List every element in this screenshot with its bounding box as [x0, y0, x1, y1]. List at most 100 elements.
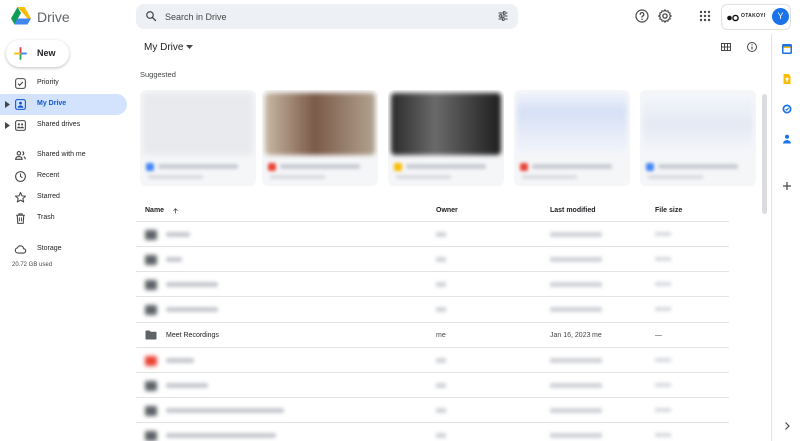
table-row-meet-recordings[interactable]: Meet Recordings me Jan 16, 2023 me — — [136, 322, 729, 347]
column-header-name[interactable]: Name — [145, 207, 164, 214]
info-icon[interactable] — [746, 41, 758, 53]
new-button-label: New — [37, 48, 56, 58]
table-row[interactable] — [136, 372, 729, 397]
blurred-text — [655, 307, 671, 311]
blurred-text — [148, 175, 203, 179]
blurred-text — [532, 164, 612, 169]
blurred-text — [436, 307, 446, 312]
sidebar-item-label: My Drive — [37, 100, 67, 107]
shared-drives-icon — [15, 120, 26, 131]
account-brand-name: OTAKOYI — [741, 13, 766, 19]
settings-gear-icon[interactable] — [657, 8, 673, 24]
star-icon — [14, 192, 27, 203]
blurred-text — [550, 307, 602, 312]
file-type-icon — [646, 163, 654, 171]
chevron-right-icon[interactable] — [781, 420, 793, 432]
blurred-text — [158, 164, 238, 169]
table-row[interactable] — [136, 422, 729, 441]
column-header-file-size[interactable]: File size — [655, 207, 682, 214]
file-thumbnail — [143, 93, 253, 155]
table-row[interactable] — [136, 271, 729, 296]
sidebar-item-starred[interactable]: Starred — [0, 187, 127, 208]
sidebar-item-recent[interactable]: Recent — [0, 166, 127, 187]
expand-arrow-icon[interactable] — [5, 122, 10, 129]
blurred-text — [550, 257, 602, 262]
file-type-icon — [145, 381, 157, 391]
table-row[interactable] — [136, 347, 729, 372]
chevron-down-icon[interactable] — [186, 45, 193, 49]
column-header-owner[interactable]: Owner — [436, 207, 458, 214]
app-title[interactable]: Drive — [37, 9, 70, 25]
blurred-text — [655, 257, 671, 261]
contacts-icon[interactable] — [781, 133, 793, 145]
cloud-icon — [14, 245, 27, 254]
suggested-heading: Suggested — [140, 70, 176, 79]
blurred-text — [655, 433, 671, 437]
avatar[interactable]: Y — [772, 8, 789, 25]
file-type-icon — [268, 163, 276, 171]
sidebar-item-my-drive[interactable]: My Drive — [0, 94, 127, 115]
storage-usage-text: 20.72 GB used — [12, 262, 53, 268]
priority-icon — [15, 78, 26, 89]
search-input[interactable] — [165, 8, 465, 25]
new-button[interactable]: New — [6, 40, 69, 67]
blurred-text — [166, 257, 182, 262]
suggested-file-card[interactable] — [640, 90, 756, 186]
file-thumbnail — [391, 93, 501, 155]
breadcrumb[interactable]: My Drive — [144, 42, 183, 53]
sidebar-item-label: Starred — [37, 193, 60, 200]
file-thumbnail — [517, 93, 627, 155]
file-type-icon — [145, 305, 157, 315]
table-row[interactable] — [136, 397, 729, 422]
file-thumbnail — [265, 93, 375, 155]
blurred-text — [550, 408, 602, 413]
search-bar[interactable] — [136, 4, 518, 29]
table-row[interactable] — [136, 246, 729, 271]
my-drive-icon — [15, 99, 26, 110]
table-row[interactable] — [136, 296, 729, 321]
sidebar-item-shared-with-me[interactable]: Shared with me — [0, 145, 127, 166]
apps-grid-icon[interactable] — [697, 8, 713, 24]
grid-view-icon[interactable] — [720, 41, 732, 53]
column-header-last-modified[interactable]: Last modified — [550, 207, 596, 214]
sidebar-item-shared-drives[interactable]: Shared drives — [0, 115, 127, 136]
file-type-icon — [146, 163, 154, 171]
sidebar-item-storage[interactable]: Storage — [0, 239, 127, 260]
side-panel-rail — [771, 34, 800, 441]
file-type-icon — [145, 431, 157, 441]
file-name[interactable]: Meet Recordings — [166, 332, 219, 339]
blurred-text — [396, 175, 451, 179]
blurred-text — [655, 383, 671, 387]
blurred-text — [166, 358, 194, 363]
file-modified-by: me — [592, 332, 602, 339]
suggested-file-card[interactable] — [262, 90, 378, 186]
tasks-icon[interactable] — [781, 103, 793, 115]
blurred-text — [522, 175, 577, 179]
sidebar-item-label: Trash — [37, 214, 55, 221]
sidebar-item-trash[interactable]: Trash — [0, 208, 127, 229]
suggested-file-card[interactable] — [514, 90, 630, 186]
expand-arrow-icon[interactable] — [5, 101, 10, 108]
calendar-icon[interactable] — [781, 43, 793, 55]
file-last-modified: Jan 16, 2023 — [550, 332, 591, 339]
file-size: — — [655, 332, 662, 339]
sidebar-item-label: Shared drives — [37, 121, 81, 128]
scrollbar[interactable] — [762, 94, 767, 214]
file-type-icon — [145, 230, 157, 240]
file-owner: me — [436, 332, 446, 339]
keep-icon[interactable] — [781, 73, 793, 85]
drive-logo-icon[interactable] — [11, 7, 31, 25]
blurred-text — [550, 358, 602, 363]
blurred-text — [655, 232, 671, 236]
table-row[interactable] — [136, 221, 729, 246]
search-icon[interactable] — [145, 10, 157, 22]
suggested-file-card[interactable] — [388, 90, 504, 186]
shared-with-me-icon — [14, 151, 26, 160]
top-bar: Drive Search in Drive OTAKOYI Y — [0, 0, 800, 34]
search-options-icon[interactable] — [497, 10, 509, 22]
help-icon[interactable] — [634, 8, 650, 24]
add-addon-plus-icon[interactable] — [781, 180, 793, 192]
sort-up-arrow-icon[interactable] — [172, 207, 179, 215]
suggested-file-card[interactable] — [140, 90, 256, 186]
sidebar-item-priority[interactable]: Priority — [0, 73, 127, 94]
